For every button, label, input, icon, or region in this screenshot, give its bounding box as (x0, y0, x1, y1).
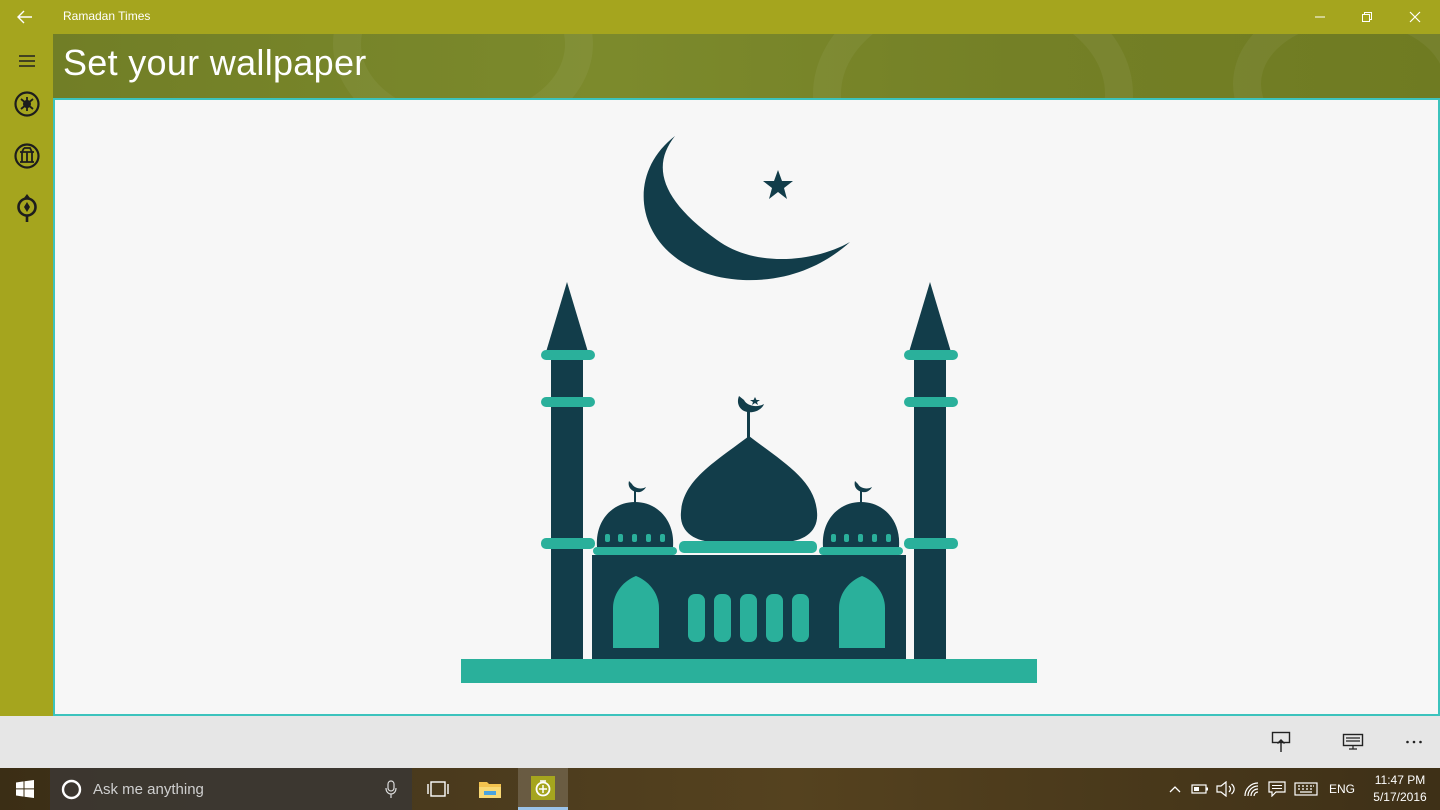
hamburger-menu-icon (18, 55, 35, 67)
wallpaper-preview[interactable] (53, 98, 1440, 716)
back-button[interactable] (0, 0, 50, 34)
action-center-button[interactable] (1265, 768, 1289, 810)
page-header: Set your wallpaper (53, 34, 1440, 98)
mosque-wallpaper-image (461, 136, 1037, 683)
back-arrow-icon (17, 10, 32, 24)
speaker-icon (1216, 781, 1235, 797)
clock-time: 11:47 PM (1374, 773, 1426, 787)
windows-logo-icon (16, 780, 34, 798)
header-decoration (1233, 34, 1440, 98)
header-decoration (333, 34, 593, 98)
sun-dial-icon (13, 91, 40, 117)
minimize-icon (1315, 16, 1325, 18)
ramadan-times-taskbar-button[interactable] (518, 768, 568, 810)
show-hidden-icons-button[interactable] (1164, 768, 1186, 810)
nav-item-prayer-times[interactable] (0, 82, 53, 126)
more-ellipsis-icon (1406, 740, 1422, 744)
minimize-button[interactable] (1297, 0, 1343, 34)
restore-button[interactable] (1344, 0, 1390, 34)
nav-item-qibla[interactable] (0, 186, 53, 230)
lockscreen-upload-icon (1271, 731, 1291, 752)
set-wallpaper-button[interactable] (1333, 726, 1373, 758)
header-decoration (813, 34, 1133, 98)
chevron-up-icon (1169, 786, 1181, 793)
network-tray-button[interactable] (1240, 768, 1264, 810)
folder-icon (479, 782, 501, 798)
language-indicator: ENG (1328, 782, 1355, 796)
compass-pin-icon (16, 194, 37, 222)
touch-keyboard-button[interactable] (1292, 768, 1320, 810)
start-button[interactable] (0, 768, 50, 810)
ramadan-app-icon (531, 775, 555, 800)
task-view-button[interactable] (414, 768, 462, 810)
file-explorer-button[interactable] (466, 768, 514, 810)
search-box[interactable]: Ask me anything (50, 768, 412, 810)
battery-icon (1191, 784, 1208, 794)
clock-date: 5/17/2016 (1373, 790, 1427, 804)
close-icon (1409, 11, 1421, 23)
navigation-rail (0, 34, 53, 716)
set-lockscreen-button[interactable] (1261, 726, 1301, 758)
lantern-icon (13, 143, 40, 169)
more-options-button[interactable] (1394, 726, 1434, 758)
task-view-icon (427, 781, 449, 797)
cortana-circle-icon (61, 779, 82, 800)
nav-item-lantern[interactable] (0, 134, 53, 178)
input-language-button[interactable]: ENG (1324, 768, 1360, 810)
desktop-wallpaper-icon (1342, 733, 1364, 750)
system-clock[interactable]: 11:47 PM 5/17/2016 (1362, 772, 1438, 806)
command-bar (0, 716, 1440, 768)
title-bar: Ramadan Times (0, 0, 1440, 34)
close-button[interactable] (1392, 0, 1438, 34)
notification-icon (1268, 781, 1286, 797)
page-title: Set your wallpaper (63, 42, 367, 83)
restore-icon (1362, 12, 1372, 22)
search-placeholder: Ask me anything (93, 781, 204, 798)
hamburger-menu-button[interactable] (0, 39, 53, 83)
taskbar: Ask me anything ENG 11:47 PM 5/17/2016 (0, 768, 1440, 810)
volume-tray-button[interactable] (1214, 768, 1238, 810)
app-title: Ramadan Times (63, 9, 151, 23)
keyboard-icon (1294, 782, 1318, 796)
microphone-icon (385, 780, 397, 798)
wifi-icon (1244, 782, 1259, 797)
battery-tray-button[interactable] (1188, 768, 1212, 810)
